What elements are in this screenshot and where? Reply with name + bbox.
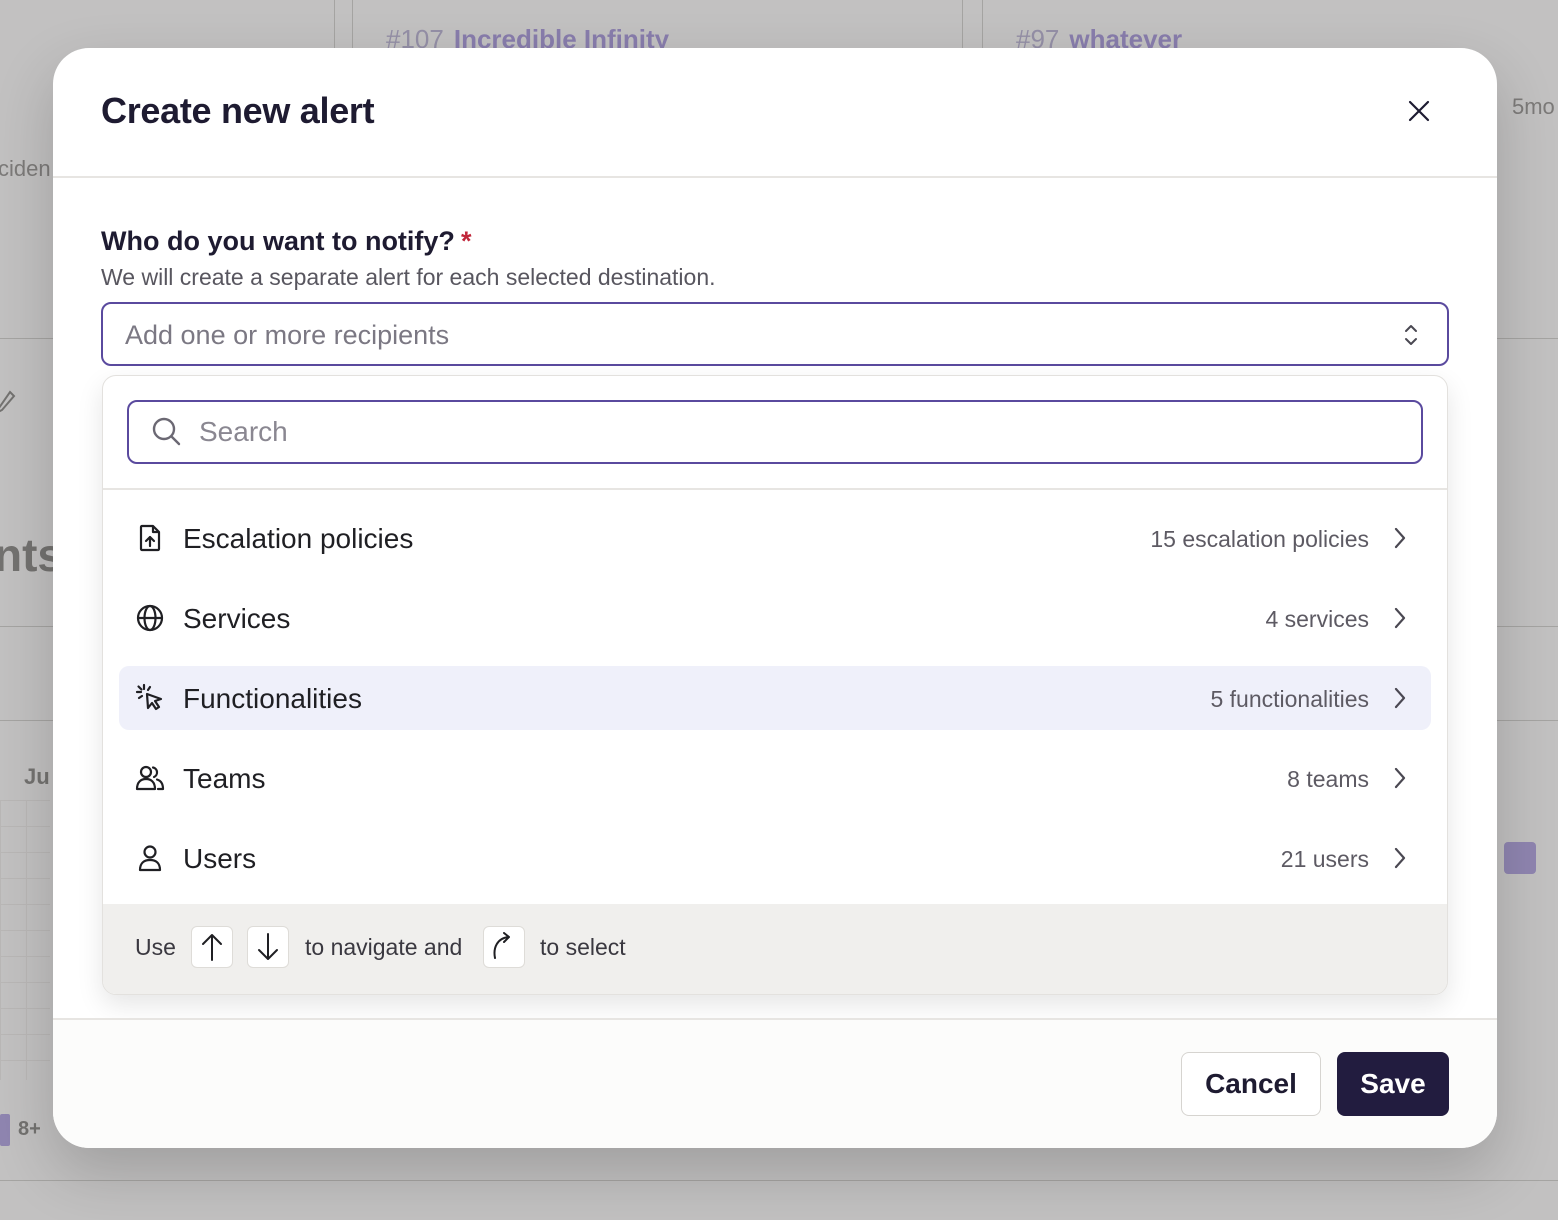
option-count: 4 services [1265,606,1369,632]
search-input[interactable] [199,412,1399,452]
chevron-right-icon [1394,607,1406,629]
hint-use: Use [135,934,176,960]
option-users[interactable]: Users 21 users [119,826,1431,890]
chevron-right-icon [1394,847,1406,869]
keyboard-hint: Use to navigate and to select [103,904,1447,994]
enter-icon [493,932,510,959]
close-icon [1408,100,1430,122]
option-count: 5 functionalities [1210,686,1369,712]
option-label: Teams [183,763,266,794]
key-enter [483,926,525,968]
hint-navigate: to navigate and [305,934,463,960]
close-button[interactable] [1403,95,1435,127]
chevron-up-down-icon [1405,325,1417,345]
modal-title: Create new alert [101,90,375,131]
key-down [247,926,289,968]
option-label: Escalation policies [183,523,414,554]
option-label: Services [183,603,291,634]
option-count: 15 escalation policies [1150,526,1369,552]
search-field[interactable] [127,400,1423,464]
cancel-button[interactable]: Cancel [1181,1052,1321,1116]
option-label: Functionalities [183,683,362,714]
search-divider [103,488,1447,490]
option-escalation-policies[interactable]: Escalation policies 15 escalation polici… [119,506,1431,570]
option-count: 8 teams [1287,766,1369,792]
option-services[interactable]: Services 4 services [119,586,1431,650]
option-count: 21 users [1280,846,1369,872]
key-up [191,926,233,968]
user-icon [138,845,162,872]
recipients-label-text: Who do you want to notify? [101,226,455,256]
save-button[interactable]: Save [1337,1052,1449,1116]
recipient-type-list: Escalation policies 15 escalation polici… [119,506,1431,906]
arrow-down-icon [258,933,278,960]
recipients-select[interactable]: Add one or more recipients [101,302,1449,366]
option-functionalities[interactable]: Functionalities 5 functionalities [119,666,1431,730]
recipients-label: Who do you want to notify? * [101,226,471,257]
chevron-right-icon [1394,527,1406,549]
globe-icon [136,604,164,632]
recipients-placeholder: Add one or more recipients [125,320,450,350]
recipients-help-text: We will create a separate alert for each… [101,264,716,290]
option-teams[interactable]: Teams 8 teams [119,746,1431,810]
create-alert-modal: Create new alert Who do you want to noti… [53,48,1497,1148]
recipients-dropdown: Escalation policies 15 escalation polici… [102,375,1448,995]
modal-footer: Cancel Save [53,1018,1497,1148]
hint-select: to select [540,934,626,960]
pointer-click-icon [135,683,163,711]
search-icon [152,417,181,446]
chevron-right-icon [1394,687,1406,709]
required-marker: * [460,226,472,256]
arrow-up-icon [202,934,222,961]
chevron-right-icon [1394,767,1406,789]
users-icon [135,765,165,791]
file-upload-icon [139,524,161,552]
modal-header: Create new alert [53,48,1497,178]
option-label: Users [183,843,257,874]
